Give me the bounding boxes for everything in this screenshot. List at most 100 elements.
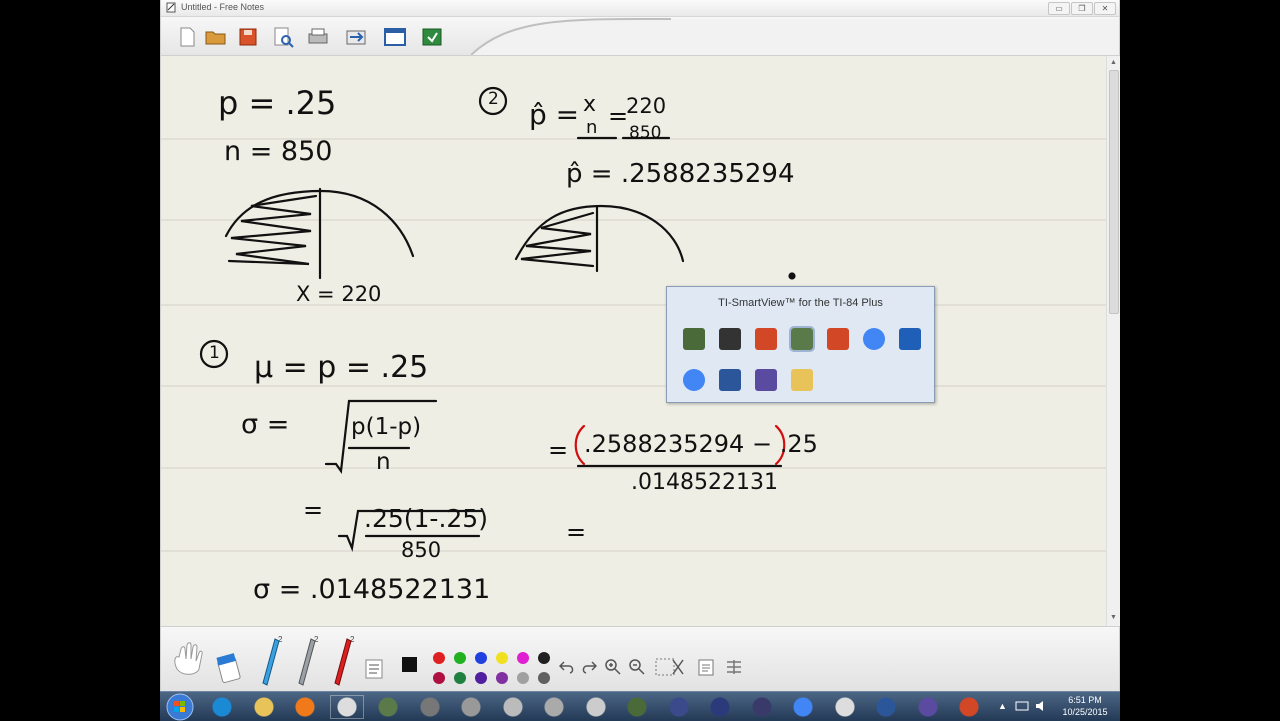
- volume-icon[interactable]: [1035, 700, 1049, 712]
- title-bar[interactable]: Untitled - Free Notes ▭ ❐ ✕: [161, 0, 1119, 17]
- ti-calculator-icon[interactable]: [683, 328, 705, 350]
- word-icon[interactable]: [869, 695, 903, 719]
- ti-device-icon[interactable]: [454, 695, 488, 719]
- phat-line: p̂ =: [529, 98, 580, 131]
- blue-pen-icon[interactable]: [261, 637, 281, 689]
- sigma-result: σ = .0148522131: [253, 574, 491, 605]
- pen-tool-icon[interactable]: [827, 695, 862, 719]
- system-clock[interactable]: 6:51 PM 10/25/2015: [1055, 694, 1115, 718]
- print-icon[interactable]: [306, 25, 330, 49]
- start-button-icon[interactable]: [166, 693, 194, 721]
- calendar-app-icon[interactable]: [910, 695, 945, 719]
- ie-icon[interactable]: [205, 695, 239, 719]
- right-curve-shading: [520, 211, 595, 268]
- ti-smartview-icon[interactable]: [371, 695, 405, 719]
- pen-tool-icon[interactable]: [719, 328, 741, 350]
- p-value-text: p = .25: [218, 84, 337, 122]
- color-swatch-icon[interactable]: [402, 657, 417, 672]
- tray-arrow-icon[interactable]: ▲: [998, 701, 1007, 711]
- ti-device-icon[interactable]: [495, 695, 530, 719]
- insert-page-icon[interactable]: [725, 658, 743, 676]
- window-title: Untitled - Free Notes: [181, 2, 265, 12]
- network-icon[interactable]: [1015, 700, 1029, 712]
- z-eq1: =: [548, 436, 569, 464]
- calculator-icon[interactable]: [412, 695, 447, 719]
- toolbar: [161, 17, 1119, 56]
- open-folder-icon[interactable]: [204, 25, 228, 49]
- explorer-icon[interactable]: [246, 695, 281, 719]
- ink-dot: [788, 272, 796, 280]
- clipboard-icon[interactable]: [698, 658, 714, 676]
- ti-smartview-icon[interactable]: [789, 326, 815, 352]
- color-dot[interactable]: [496, 652, 508, 664]
- phat-frac2-den: 850: [629, 123, 662, 143]
- scroll-up-icon[interactable]: ▲: [1109, 58, 1118, 67]
- redo-icon[interactable]: [581, 660, 597, 674]
- gray-pen-icon[interactable]: [297, 637, 317, 689]
- media-player-icon[interactable]: [288, 695, 322, 719]
- ti-emulator-icon[interactable]: [703, 695, 737, 719]
- note-canvas[interactable]: p = .25 n = 850 X = 220 1 μ = p = .25 σ …: [161, 56, 1106, 626]
- print-preview-icon[interactable]: [271, 25, 295, 49]
- scroll-down-icon[interactable]: ▼: [1109, 613, 1118, 622]
- red-pen-icon[interactable]: [333, 637, 353, 689]
- ti-emulator-icon[interactable]: [661, 695, 696, 719]
- color-dot[interactable]: [433, 672, 445, 684]
- color-dot[interactable]: [454, 652, 466, 664]
- color-dot[interactable]: [475, 672, 487, 684]
- toolbar-swoosh: [471, 17, 1119, 55]
- scroll-thumb[interactable]: [1109, 70, 1119, 314]
- color-dot[interactable]: [538, 652, 550, 664]
- chrome-icon[interactable]: [863, 328, 885, 350]
- desktop-icon[interactable]: [899, 328, 921, 350]
- fullscreen-icon[interactable]: [383, 25, 407, 49]
- step1-label: 1: [209, 343, 220, 363]
- left-curve-shading: [227, 194, 318, 266]
- maximize-button[interactable]: ❐: [1071, 2, 1093, 15]
- sub-line-eq: =: [303, 496, 324, 524]
- pen-toolbar: 2 2 2: [161, 626, 1119, 692]
- color-dot[interactable]: [538, 672, 550, 684]
- color-dot[interactable]: [496, 672, 508, 684]
- phat-frac-num: x: [583, 92, 597, 117]
- chrome-icon[interactable]: [683, 369, 705, 391]
- ti-emulator-icon[interactable]: [744, 695, 779, 719]
- ti-calculator-icon[interactable]: [620, 695, 654, 719]
- color-dot[interactable]: [454, 672, 466, 684]
- new-icon[interactable]: [175, 25, 199, 49]
- select-cut-icon[interactable]: [655, 656, 687, 678]
- ti-keyboard-icon[interactable]: [578, 695, 613, 719]
- close-button[interactable]: ✕: [1094, 2, 1116, 15]
- minimize-button[interactable]: ▭: [1048, 2, 1070, 15]
- z-eq2: =: [566, 518, 587, 546]
- share-icon[interactable]: [344, 25, 368, 49]
- color-dot[interactable]: [517, 672, 529, 684]
- undo-icon[interactable]: [559, 660, 575, 674]
- taskbar-preview-popup[interactable]: TI-SmartView™ for the TI-84 Plus: [666, 286, 935, 403]
- color-dot[interactable]: [517, 652, 529, 664]
- sigma-line: σ =: [241, 409, 290, 440]
- chrome-icon[interactable]: [786, 695, 820, 719]
- text-tool-icon[interactable]: [365, 659, 383, 679]
- word-icon[interactable]: [719, 369, 741, 391]
- calendar-app-icon[interactable]: [755, 369, 777, 391]
- powerpoint-icon[interactable]: [755, 328, 777, 350]
- pen-tool-icon[interactable]: [329, 695, 364, 719]
- color-dot[interactable]: [433, 652, 445, 664]
- zoom-in-icon[interactable]: [604, 658, 622, 676]
- eraser-icon[interactable]: [216, 649, 242, 683]
- folder-icon[interactable]: [791, 369, 813, 391]
- zoom-out-icon[interactable]: [628, 658, 646, 676]
- hand-icon[interactable]: [169, 641, 209, 681]
- color-dot[interactable]: [475, 652, 487, 664]
- powerpoint-icon[interactable]: [827, 328, 849, 350]
- clock-time: 6:51 PM: [1068, 695, 1102, 705]
- save-icon[interactable]: [236, 25, 260, 49]
- vertical-scrollbar[interactable]: ▲ ▼: [1106, 56, 1120, 626]
- ti-connect-icon[interactable]: [537, 695, 571, 719]
- sub-den: 850: [401, 538, 442, 562]
- sigma-frac-num: p(1-p): [351, 414, 422, 440]
- export-icon[interactable]: [420, 25, 444, 49]
- app-icon: [166, 2, 176, 13]
- powerpoint-icon[interactable]: [952, 695, 986, 719]
